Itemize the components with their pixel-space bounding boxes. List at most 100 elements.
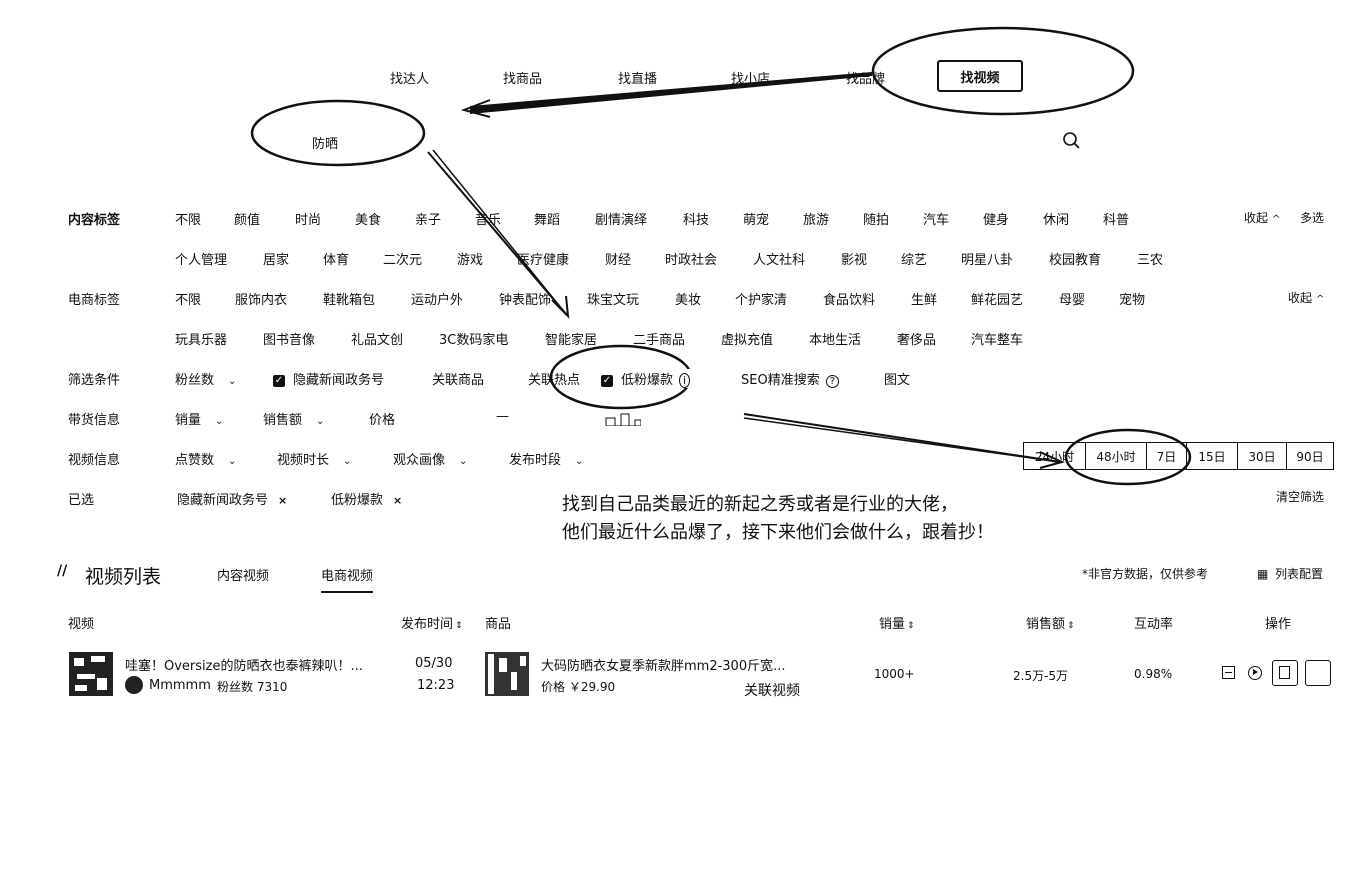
nav-live[interactable]: 找直播 [618, 68, 657, 87]
content-tag[interactable]: 二次元 [383, 249, 422, 268]
content-tag[interactable]: 旅游 [803, 209, 829, 228]
ecom-tag[interactable]: 虚拟充值 [721, 329, 773, 348]
content-tag[interactable]: 随拍 [863, 209, 889, 228]
content-tag[interactable]: 时政社会 [665, 249, 717, 268]
content-tag[interactable]: 三农 [1137, 249, 1163, 268]
related-goods-toggle[interactable]: 关联商品 [432, 369, 484, 388]
content-tag[interactable]: 休闲 [1043, 209, 1069, 228]
audience-select[interactable]: 观众画像 ⌄ [393, 449, 467, 468]
ecom-tag[interactable]: 母婴 [1059, 289, 1085, 308]
ecom-tag[interactable]: 珠宝文玩 [587, 289, 639, 308]
content-tag[interactable]: 游戏 [457, 249, 483, 268]
content-tags-multi[interactable]: 多选 [1300, 209, 1324, 226]
nav-talent[interactable]: 找达人 [390, 68, 429, 87]
content-tag[interactable]: 财经 [605, 249, 631, 268]
content-tag[interactable]: 舞蹈 [534, 209, 560, 228]
ecom-tag[interactable]: 二手商品 [633, 329, 685, 348]
selected-chip[interactable]: 低粉爆款 × [331, 489, 402, 508]
col-publish-time[interactable]: 发布时间 ⇕ [401, 613, 463, 632]
content-tag[interactable]: 体育 [323, 249, 349, 268]
clear-filters-button[interactable]: 清空筛选 [1276, 488, 1324, 505]
content-tag[interactable]: 校园教育 [1049, 249, 1101, 268]
publish-time-select[interactable]: 发布时段 ⌄ [509, 449, 583, 468]
range-48h[interactable]: 48小时 [1085, 442, 1146, 470]
sales-select[interactable]: 销量 ⌄ [175, 409, 223, 428]
content-tag[interactable]: 综艺 [901, 249, 927, 268]
content-tag[interactable]: 影视 [841, 249, 867, 268]
ecom-tags-collapse[interactable]: 收起 ^ [1288, 289, 1324, 306]
related-hot-toggle[interactable]: 关联热点 [528, 369, 580, 388]
content-tag[interactable]: 汽车 [923, 209, 949, 228]
ecom-tag[interactable]: 服饰内衣 [235, 289, 287, 308]
close-icon[interactable]: × [278, 494, 287, 507]
ecom-tag[interactable]: 图书音像 [263, 329, 315, 348]
detail-icon[interactable] [1222, 666, 1235, 679]
ecom-tag[interactable]: 奢侈品 [897, 329, 936, 348]
nav-shop[interactable]: 找小店 [731, 68, 770, 87]
likes-select[interactable]: 点赞数 ⌄ [175, 449, 236, 468]
col-sales[interactable]: 销量 ⇕ [879, 613, 915, 632]
content-tag[interactable]: 美食 [355, 209, 381, 228]
selected-chip[interactable]: 隐藏新闻政务号 × [177, 489, 287, 508]
product-thumbnail[interactable] [485, 652, 529, 696]
content-tag[interactable]: 科普 [1103, 209, 1129, 228]
copy-button[interactable] [1272, 660, 1298, 686]
content-tag[interactable]: 人文社科 [753, 249, 805, 268]
nav-goods[interactable]: 找商品 [503, 68, 542, 87]
range-24h[interactable]: 24小时 [1023, 442, 1085, 470]
range-30d[interactable]: 30日 [1237, 442, 1286, 470]
search-icon[interactable] [1062, 131, 1082, 151]
ecom-tag[interactable]: 智能家居 [545, 329, 597, 348]
nav-video-active[interactable]: 找视频 [937, 60, 1023, 92]
avatar[interactable] [125, 676, 143, 694]
close-icon[interactable]: × [393, 494, 402, 507]
range-90d[interactable]: 90日 [1286, 442, 1334, 470]
content-tag[interactable]: 剧情演绎 [595, 209, 647, 228]
graphic-toggle[interactable]: 图文 [884, 369, 910, 388]
content-tag[interactable]: 明星八卦 [961, 249, 1013, 268]
col-revenue[interactable]: 销售额 ⇕ [1026, 613, 1075, 632]
content-tag[interactable]: 颜值 [234, 209, 260, 228]
hide-news-checkbox[interactable]: ✓ 隐藏新闻政务号 [273, 369, 384, 388]
range-15d[interactable]: 15日 [1186, 442, 1237, 470]
price-apply-icon[interactable] [605, 411, 642, 427]
content-tag[interactable]: 亲子 [415, 209, 441, 228]
content-tags-collapse[interactable]: 收起 ^ [1244, 209, 1280, 226]
duration-select[interactable]: 视频时长 ⌄ [277, 449, 351, 468]
author-name[interactable]: Mmmmm [149, 678, 211, 693]
ecom-tag[interactable]: 鲜花园艺 [971, 289, 1023, 308]
video-thumbnail[interactable] [69, 652, 113, 696]
play-icon[interactable] [1248, 666, 1262, 680]
content-tag[interactable]: 个人管理 [175, 249, 227, 268]
range-7d[interactable]: 7日 [1146, 442, 1186, 470]
content-tag[interactable]: 音乐 [475, 209, 501, 228]
ecom-tag[interactable]: 鞋靴箱包 [323, 289, 375, 308]
ecom-tag[interactable]: 生鲜 [911, 289, 937, 308]
low-fans-checkbox[interactable]: ✓ 低粉爆款 i [601, 369, 695, 388]
content-tag[interactable]: 时尚 [295, 209, 321, 228]
tab-ecom-videos[interactable]: 电商视频 [321, 565, 374, 593]
ecom-tag[interactable]: 3C数码家电 [439, 329, 508, 348]
content-tag[interactable]: 居家 [263, 249, 289, 268]
ecom-tag[interactable]: 宠物 [1119, 289, 1145, 308]
ecom-tag[interactable]: 汽车整车 [971, 329, 1023, 348]
video-title[interactable]: 哇塞！Oversize的防晒衣也泰裤辣叭！... [125, 655, 363, 674]
fans-select[interactable]: 粉丝数 ⌄ [175, 369, 236, 388]
ecom-tag[interactable]: 美妆 [675, 289, 701, 308]
content-tag[interactable]: 不限 [175, 209, 201, 228]
ecom-tag[interactable]: 本地生活 [809, 329, 861, 348]
ecom-tag[interactable]: 钟表配饰 [499, 289, 551, 308]
more-action-button[interactable] [1305, 660, 1331, 686]
ecom-tag[interactable]: 礼品文创 [351, 329, 403, 348]
content-tag[interactable]: 医疗健康 [517, 249, 569, 268]
list-config-button[interactable]: ▦ 列表配置 [1257, 565, 1323, 582]
ecom-tag[interactable]: 不限 [175, 289, 201, 308]
nav-brand[interactable]: 找品牌 [846, 68, 885, 87]
ecom-tag[interactable]: 玩具乐器 [175, 329, 227, 348]
search-input[interactable]: 防晒 [312, 133, 338, 152]
ecom-tag[interactable]: 个护家清 [735, 289, 787, 308]
content-tag[interactable]: 健身 [983, 209, 1009, 228]
ecom-tag[interactable]: 运动户外 [411, 289, 463, 308]
tab-content-videos[interactable]: 内容视频 [217, 565, 269, 584]
related-videos-link[interactable]: 关联视频 [744, 680, 800, 700]
